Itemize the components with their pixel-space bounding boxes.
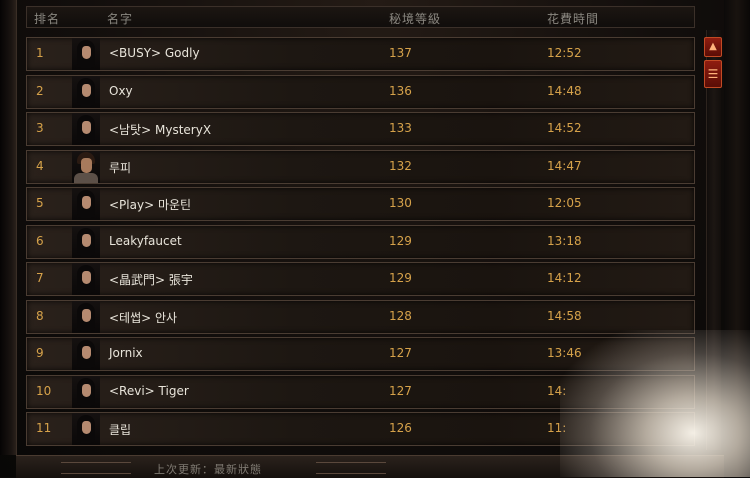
time-cell: 13:18 xyxy=(547,233,582,248)
level-cell: 133 xyxy=(389,121,412,135)
female-portrait-icon xyxy=(72,188,100,220)
rank-cell: 8 xyxy=(36,308,44,323)
level-cell: 128 xyxy=(389,308,412,323)
rank-cell: 5 xyxy=(36,196,44,210)
footer-ornament-left xyxy=(61,462,131,474)
female-portrait-icon xyxy=(72,375,100,408)
female-portrait-icon xyxy=(72,338,100,370)
table-row[interactable]: 8 <테썹> 안사 128 14:58 xyxy=(26,299,695,334)
level-cell: 126 xyxy=(389,421,412,435)
female-portrait-icon xyxy=(72,113,100,145)
time-cell: 13:46 xyxy=(547,346,582,360)
leaderboard-window: 排名 名字 秘境等級 花費時間 1 <BUSY> Godly 137 12:52… xyxy=(0,0,750,478)
time-cell: 14: xyxy=(547,383,567,398)
player-name: 루피 xyxy=(109,160,132,175)
level-cell: 132 xyxy=(389,158,412,173)
right-frame-edge xyxy=(724,0,750,477)
rank-cell: 9 xyxy=(36,346,44,360)
player-name: <테썹> 안사 xyxy=(109,310,178,325)
player-name: Leakyfaucet xyxy=(109,233,182,248)
female-portrait-icon xyxy=(72,225,100,258)
time-cell: 12:52 xyxy=(547,46,582,60)
time-cell: 14:12 xyxy=(547,271,582,285)
table-row[interactable]: 5 <Play> 마운틴 130 12:05 xyxy=(26,187,695,221)
level-cell: 127 xyxy=(389,383,412,398)
rank-cell: 1 xyxy=(36,46,44,60)
table-row[interactable]: 2 Oxy 136 14:48 xyxy=(26,74,695,109)
table-row[interactable]: 10 <Revi> Tiger 127 14: xyxy=(26,374,695,409)
level-cell: 127 xyxy=(389,346,412,360)
level-cell: 129 xyxy=(389,233,412,248)
female-portrait-icon xyxy=(72,263,100,295)
rank-cell: 2 xyxy=(36,83,44,98)
footer-bar: 上次更新：最新狀態 xyxy=(16,455,724,478)
player-name: Oxy xyxy=(109,83,133,98)
header-level: 秘境等級 xyxy=(389,12,442,26)
table-header: 排名 名字 秘境等級 花費時間 xyxy=(26,6,695,28)
rank-cell: 10 xyxy=(36,383,52,398)
time-cell: 14:52 xyxy=(547,121,582,135)
player-name: <Revi> Tiger xyxy=(109,383,189,398)
table-row[interactable]: 9 Jornix 127 13:46 xyxy=(26,337,695,371)
header-name: 名字 xyxy=(107,12,134,26)
table-row[interactable]: 6 Leakyfaucet 129 13:18 xyxy=(26,224,695,259)
rank-cell: 11 xyxy=(36,421,52,435)
scroll-up-button[interactable]: ▲ xyxy=(704,37,722,57)
rank-cell: 4 xyxy=(36,158,44,173)
level-cell: 136 xyxy=(389,83,412,98)
rank-cell: 3 xyxy=(36,121,44,135)
player-name: Jornix xyxy=(109,346,143,360)
player-name: <Play> 마운틴 xyxy=(109,198,192,212)
last-updated-status: 上次更新：最新狀態 xyxy=(154,463,262,476)
time-cell: 12:05 xyxy=(547,196,582,210)
time-cell: 14:58 xyxy=(547,308,582,323)
player-name: <晶武門> 張宇 xyxy=(109,273,193,287)
level-cell: 137 xyxy=(389,46,412,60)
time-cell: 14:47 xyxy=(547,158,582,173)
table-row[interactable]: 7 <晶武門> 張宇 129 14:12 xyxy=(26,262,695,296)
time-cell: 14:48 xyxy=(547,83,582,98)
female-portrait-icon xyxy=(72,300,100,333)
footer-ornament-right xyxy=(316,462,386,474)
female-portrait-icon xyxy=(72,38,100,70)
scrollbar-handle[interactable]: ☰ xyxy=(704,60,722,88)
rank-cell: 6 xyxy=(36,233,44,248)
female-portrait-icon xyxy=(72,413,100,445)
player-name: <BUSY> Godly xyxy=(109,46,200,60)
player-name: <남탓> MysteryX xyxy=(109,123,212,137)
scrollbar-track[interactable] xyxy=(706,30,721,450)
female-portrait-icon xyxy=(72,75,100,108)
player-name: 클립 xyxy=(109,423,132,437)
table-row[interactable]: 3 <남탓> MysteryX 133 14:52 xyxy=(26,112,695,146)
level-cell: 130 xyxy=(389,196,412,210)
level-cell: 129 xyxy=(389,271,412,285)
table-row[interactable]: 1 <BUSY> Godly 137 12:52 xyxy=(26,37,695,71)
header-time: 花費時間 xyxy=(547,12,600,26)
left-frame-edge xyxy=(0,0,17,455)
table-row[interactable]: 4 루피 132 14:47 xyxy=(26,149,695,184)
table-row[interactable]: 11 클립 126 11: xyxy=(26,412,695,446)
rank-cell: 7 xyxy=(36,271,44,285)
male-portrait-icon xyxy=(72,150,100,183)
header-rank: 排名 xyxy=(34,12,61,26)
time-cell: 11: xyxy=(547,421,567,435)
